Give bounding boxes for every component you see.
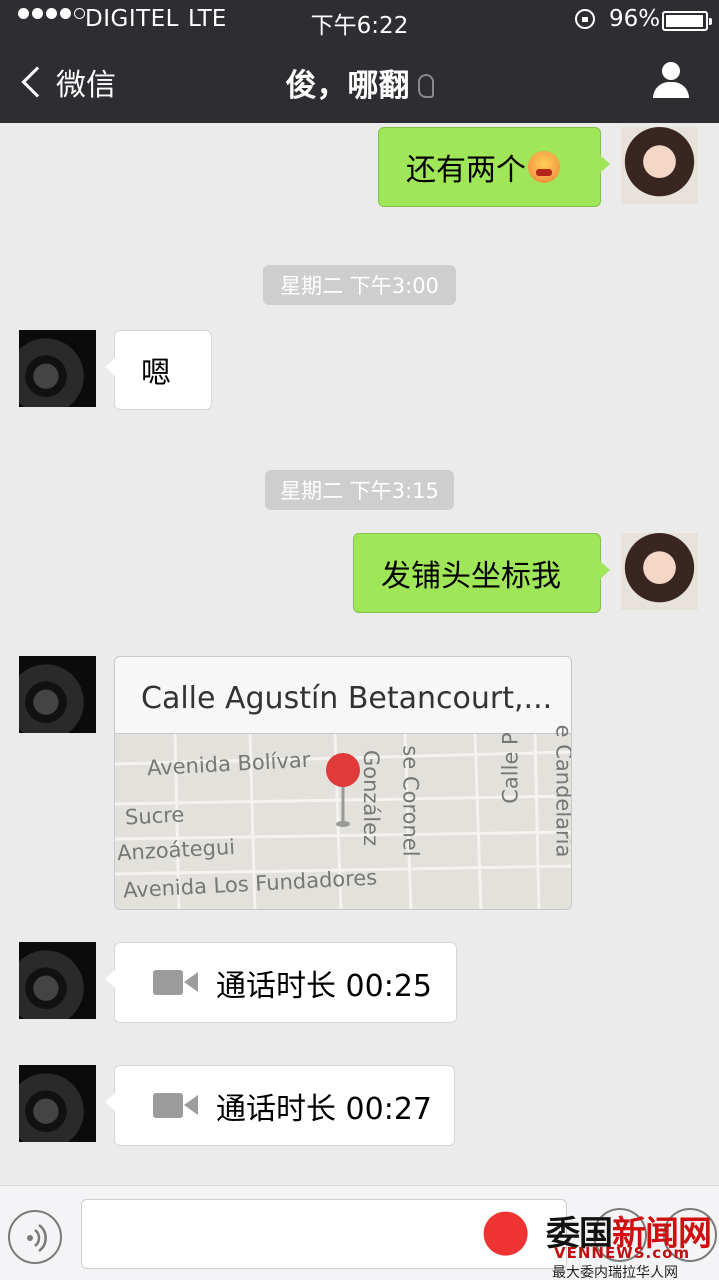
- voice-wave-icon: [27, 1223, 47, 1253]
- chat-title-text: 俊，哪翻: [285, 68, 410, 104]
- friend-avatar[interactable]: [19, 330, 96, 407]
- message-text: 还有两个: [406, 153, 526, 188]
- battery-percentage: 96%: [609, 6, 661, 32]
- location-map[interactable]: Avenida Bolívar Sucre Anzoátegui Avenida…: [115, 725, 571, 909]
- street-label: Sucre: [124, 802, 185, 830]
- message-bubble-friend[interactable]: 嗯: [105, 330, 212, 410]
- timestamp: 星期二 下午3:00: [263, 265, 456, 305]
- location-message[interactable]: Calle Agustín Betancourt,... Avenida Bol…: [114, 656, 572, 910]
- chat-area[interactable]: 还有两个 星期二 下午3:00 嗯 星期二 下午3:15 发铺头坐标我 Call…: [0, 123, 719, 1185]
- contact-info-button[interactable]: [652, 62, 690, 100]
- my-avatar[interactable]: [621, 533, 698, 610]
- ear-icon: [417, 74, 434, 98]
- top-bar: DIGITEL LTE 下午6:22 96% 微信 俊，哪翻: [0, 0, 719, 123]
- watermark-logo: 委国新闻网 VENNEWS.com 最大委内瑞拉华人网: [480, 1200, 719, 1280]
- street-label: González: [359, 749, 384, 847]
- nav-bar: 微信 俊，哪翻: [0, 40, 719, 123]
- watermark-en: VENNEWS.com: [554, 1244, 691, 1262]
- friend-avatar[interactable]: [19, 1065, 96, 1142]
- message-bubble-mine[interactable]: 还有两个: [378, 127, 610, 207]
- my-avatar[interactable]: [621, 127, 698, 204]
- timestamp: 星期二 下午3:15: [265, 470, 454, 510]
- message-text: 发铺头坐标我: [381, 559, 561, 594]
- location-title: Calle Agustín Betancourt,...: [141, 681, 553, 716]
- video-camera-icon: [153, 1093, 198, 1118]
- message-text: 嗯: [141, 356, 171, 391]
- friend-avatar[interactable]: [19, 656, 96, 733]
- call-duration: 通话时长 00:25: [216, 968, 432, 1004]
- map-pin-icon: [326, 753, 360, 787]
- street-label: Calle P: [498, 732, 523, 804]
- call-duration: 通话时长 00:27: [216, 1091, 432, 1127]
- friend-avatar[interactable]: [19, 942, 96, 1019]
- video-camera-icon: [153, 970, 198, 995]
- chat-title: 俊，哪翻: [0, 60, 719, 105]
- video-call-message[interactable]: 通话时长 00:27: [105, 1065, 455, 1146]
- message-bubble-mine[interactable]: 发铺头坐标我: [353, 533, 610, 613]
- video-call-message[interactable]: 通话时长 00:25: [105, 942, 457, 1023]
- angry-face-icon: [528, 151, 560, 183]
- person-icon: [662, 62, 680, 80]
- dragon-logo-icon: [480, 1208, 544, 1272]
- battery-icon: [662, 11, 712, 31]
- watermark-subtitle: 最大委内瑞拉华人网: [552, 1265, 678, 1280]
- street-label: e Candelaria: [551, 725, 572, 858]
- rotation-lock-icon: [575, 9, 595, 29]
- status-bar: DIGITEL LTE 下午6:22 96%: [0, 0, 719, 40]
- voice-input-button[interactable]: [8, 1210, 62, 1264]
- street-label: se Coronel: [398, 745, 423, 857]
